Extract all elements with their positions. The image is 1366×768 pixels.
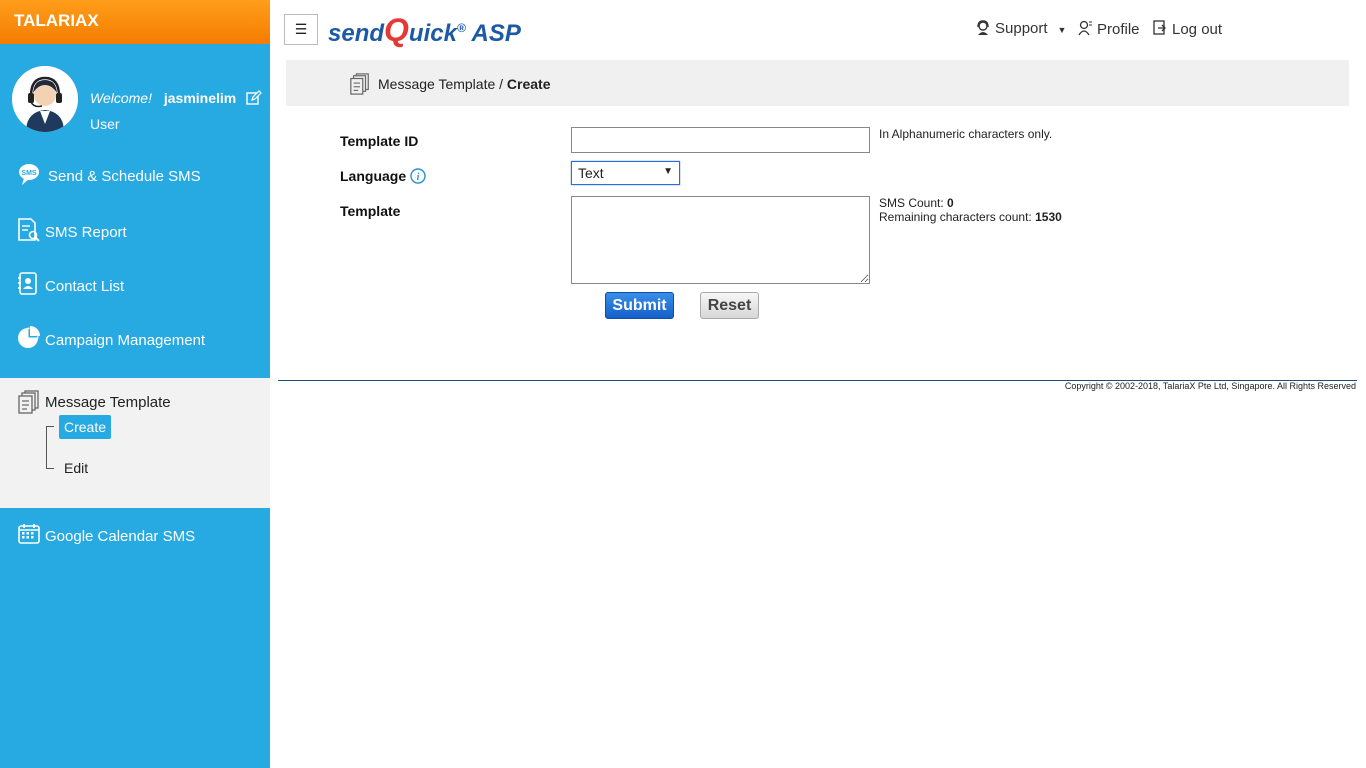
sidebar: TALARIAX Welcome! jasminelim User SMS Se… [0,0,270,768]
logo-part: ® [456,21,466,35]
logout-icon [1153,20,1166,35]
logo-part: Q [384,12,409,48]
profile-icon [1078,20,1092,36]
brand-title: TALARIAX [0,0,270,44]
copyright-text: Copyright © 2002-2018, TalariaX Pte Ltd,… [1064,381,1356,391]
app-logo: sendQuick® ASP [328,12,521,49]
template-textarea[interactable] [571,196,870,284]
breadcrumb-current: Create [506,76,551,92]
language-label-text: Language [340,168,407,184]
logo-part: uick [408,20,457,47]
profile-label: Profile [1097,21,1140,38]
support-label: Support [995,20,1048,37]
sms-count-label: SMS Count: [879,196,944,210]
support-icon [977,20,989,35]
template-label: Template [340,203,401,219]
menu-toggle-button[interactable]: ☰ [284,14,318,45]
sidebar-item-campaign-management[interactable]: Campaign Management [0,320,270,360]
logout-link[interactable]: Log out [1153,20,1222,38]
support-menu[interactable]: Support ▼ [976,20,1066,37]
remaining-value: 1530 [1035,210,1062,224]
sidebar-subitem-create[interactable]: Create [59,415,112,439]
sms-count-info: SMS Count: 0 Remaining characters count:… [879,196,1062,224]
sidebar-item-send-schedule-sms[interactable]: SMS Send & Schedule SMS [0,156,270,196]
sidebar-item-label: Contact List [45,278,125,295]
template-icon [17,390,41,419]
sidebar-item-label: Send & Schedule SMS [48,168,201,185]
template-id-label: Template ID [340,133,419,149]
tree-connector [46,426,47,468]
sidebar-item-label: Campaign Management [45,332,206,349]
language-label: Language i [340,168,426,187]
submit-button[interactable]: Submit [605,292,674,319]
report-icon [17,218,41,242]
welcome-text: Welcome! [90,90,152,107]
logo-part: send [328,20,385,47]
contact-icon [17,272,41,296]
svg-text:i: i [417,172,420,183]
calendar-icon [17,522,41,546]
sms-count-value: 0 [947,196,954,210]
template-id-hint: In Alphanumeric characters only. [879,127,1053,141]
avatar [12,66,78,132]
sidebar-item-label: Google Calendar SMS [45,528,196,545]
sidebar-subitem-edit[interactable]: Edit [64,460,88,476]
edit-profile-icon[interactable] [246,90,262,109]
sidebar-item-google-calendar-sms[interactable]: Google Calendar SMS [0,516,270,556]
sidebar-item-label: SMS Report [45,224,127,241]
breadcrumb-separator: / [495,76,507,92]
reset-button[interactable]: Reset [700,292,759,319]
pie-chart-icon [17,326,41,350]
sidebar-item-contact-list[interactable]: Contact List [0,266,270,306]
language-selected-value: Text [578,165,604,181]
logo-part: ASP [465,20,521,47]
chevron-down-icon: ▼ [663,166,673,177]
tree-connector [46,468,54,469]
chevron-down-icon: ▼ [1057,25,1067,35]
template-id-input[interactable] [571,127,870,153]
sms-bubble-icon: SMS [17,162,41,186]
user-block: Welcome! jasminelim User [12,66,262,132]
breadcrumb: Message Template / Create [286,60,1349,106]
template-icon [349,72,371,101]
tree-connector [46,426,54,427]
profile-link[interactable]: Profile [1078,20,1140,38]
remaining-label: Remaining characters count: [879,210,1032,224]
sidebar-group-message-template: Message Template Create Edit [0,378,270,508]
sidebar-item-message-template[interactable]: Message Template [45,394,171,411]
info-icon[interactable]: i [410,168,426,187]
breadcrumb-parent[interactable]: Message Template [378,76,495,92]
username: jasminelim [163,90,237,107]
logout-label: Log out [1172,21,1223,38]
language-select[interactable]: Text ▼ [571,161,680,185]
user-role: User [90,116,120,132]
sidebar-item-sms-report[interactable]: SMS Report [0,212,270,252]
svg-text:SMS: SMS [21,170,37,177]
